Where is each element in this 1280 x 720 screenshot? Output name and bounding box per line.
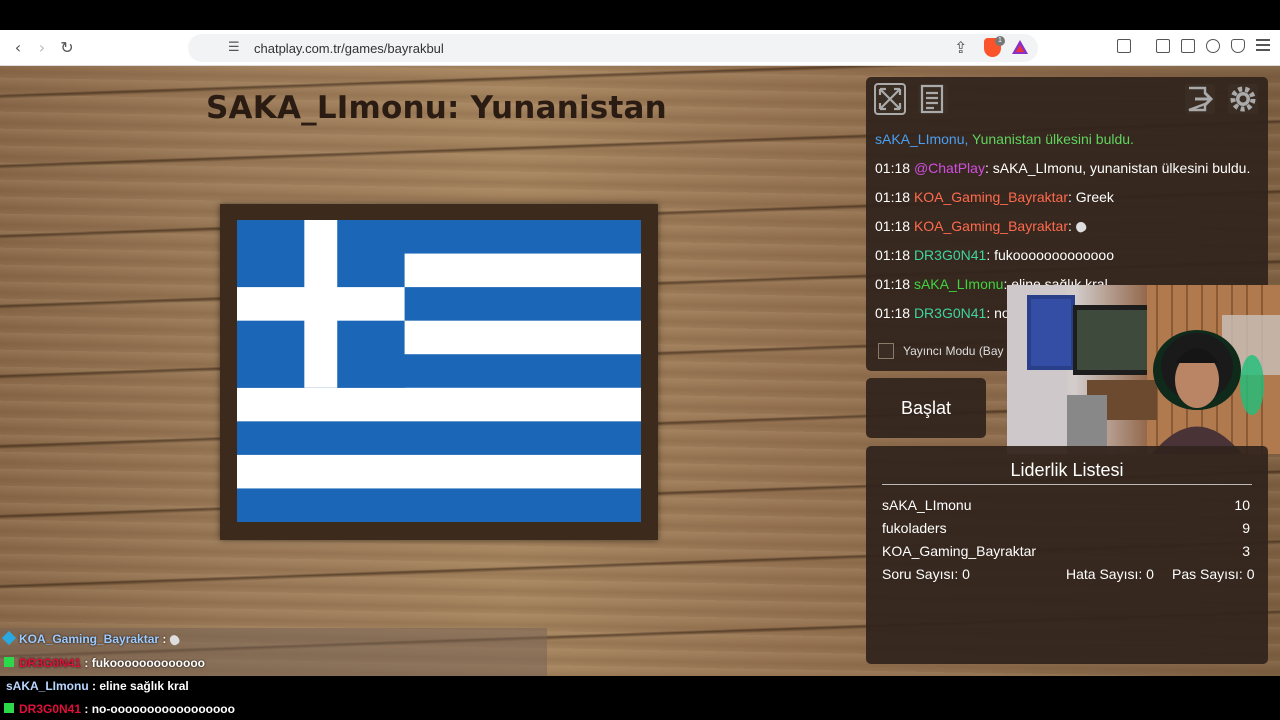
overlay-sep: : (159, 632, 170, 646)
overlay-user: DR3G0N41 (19, 656, 82, 670)
back-icon[interactable]: ‹ (8, 38, 28, 58)
fullscreen-icon[interactable] (873, 82, 907, 116)
overlay-user: sAKA_LImonu (6, 679, 89, 693)
overlay-sep: : (81, 702, 92, 716)
greece-flag (237, 220, 641, 522)
leaderboard-score: 9 (1242, 520, 1250, 536)
chat-text: : fukooooooooooooo (986, 247, 1114, 263)
leaderboard-score: 10 (1234, 497, 1250, 513)
exit-icon[interactable] (1183, 82, 1217, 116)
overlay-chat-line: DR3G0N41 : no-ooooooooooooooooo (19, 702, 235, 716)
notes-icon[interactable] (916, 82, 950, 116)
game-title: SAKA_LImonu: Yunanistan (206, 90, 667, 126)
reload-icon[interactable]: ↻ (57, 38, 77, 58)
chat-text: : Greek (1068, 189, 1114, 205)
webcam-scene (1007, 285, 1280, 454)
overlay-sep: : (81, 656, 92, 670)
chat-user[interactable]: sAKA_LImonu (914, 276, 1004, 292)
browser-toolbar: ‹ › ↻ ☰ chatplay.com.tr/games/bayrakbul … (0, 30, 1280, 66)
overlay-chat-line: DR3G0N41 : fukooooooooooooo (19, 656, 205, 670)
leaderboard-divider (882, 484, 1252, 485)
webcam-feed (1007, 285, 1280, 454)
overlay-text: eline sağlık kral (99, 679, 189, 693)
chat-message: 01:18 KOA_Gaming_Bayraktar: Greek (875, 189, 1114, 205)
leaderboard-name: sAKA_LImonu (882, 497, 972, 513)
chat-text: Yunanistan ülkesini buldu. (968, 131, 1134, 147)
chat-time: 01:18 (875, 160, 914, 176)
address-bar[interactable]: ☰ chatplay.com.tr/games/bayrakbul ⇪ 1 (188, 34, 1038, 62)
streamer-mode-label: Yayıncı Modu (Bay (903, 344, 1004, 358)
chat-time: 01:18 (875, 189, 914, 205)
overlay-user: KOA_Gaming_Bayraktar (19, 632, 160, 646)
sidebar-icon[interactable] (1156, 39, 1170, 53)
chat-user[interactable]: sAKA_LImonu, (875, 131, 968, 147)
chat-time: 01:18 (875, 305, 914, 321)
overlay-text: fukooooooooooooo (91, 656, 205, 670)
url-text[interactable]: chatplay.com.tr/games/bayrakbul (254, 41, 444, 56)
forward-icon[interactable]: › (32, 38, 52, 58)
chat-user[interactable]: KOA_Gaming_Bayraktar (914, 189, 1068, 205)
overlay-user: DR3G0N41 (19, 702, 82, 716)
overlay-sep: : (88, 679, 100, 693)
site-settings-icon[interactable]: ☰ (228, 40, 240, 55)
wallet-icon[interactable] (1181, 39, 1195, 53)
leaderboard-score: 3 (1242, 543, 1250, 559)
badge-plus-icon (4, 657, 14, 667)
chat-time: 01:18 (875, 218, 914, 234)
settings-gear-icon[interactable] (1226, 82, 1260, 116)
overlay-text: no-ooooooooooooooooo (91, 702, 235, 716)
leaderboard-name: fukoladers (882, 520, 947, 536)
chat-message: 01:18 DR3G0N41: no- (875, 305, 1014, 321)
chat-message: 01:18 KOA_Gaming_Bayraktar: (875, 218, 1088, 235)
menu-icon[interactable] (1256, 39, 1270, 41)
share-icon[interactable]: ⇪ (954, 38, 967, 57)
leaderboard-title: Liderlik Listesi (1010, 460, 1124, 480)
chat-user[interactable]: KOA_Gaming_Bayraktar (914, 218, 1068, 234)
start-button[interactable]: Başlat (866, 378, 986, 438)
badge-plus-icon (4, 703, 14, 713)
overlay-chat-line: KOA_Gaming_Bayraktar : (19, 632, 181, 647)
chat-user[interactable]: @ChatPlay (914, 160, 985, 176)
chat-time: 01:18 (875, 247, 914, 263)
shields-badge: 1 (995, 36, 1005, 46)
chat-user[interactable]: DR3G0N41 (914, 305, 986, 321)
chat-user[interactable]: DR3G0N41 (914, 247, 986, 263)
screen-top-bar (0, 0, 1280, 30)
streamer-mode-checkbox[interactable] (878, 343, 894, 359)
vpn-icon[interactable] (1231, 39, 1245, 53)
error-count: Hata Sayısı: 0 (1066, 566, 1154, 582)
chat-text: : sAKA_LImonu, yunanistan ülkesini buldu… (984, 160, 1251, 176)
leaderboard-name: KOA_Gaming_Bayraktar (882, 543, 1037, 559)
chat-message: 01:18 @ChatPlay: sAKA_LImonu, yunanistan… (875, 160, 1250, 176)
chat-message: 01:18 DR3G0N41: fukooooooooooooo (875, 247, 1114, 263)
reader-mode-icon[interactable] (1117, 39, 1131, 53)
hand-emote-icon (1073, 220, 1088, 235)
leo-ai-icon[interactable] (1206, 39, 1220, 53)
pass-count: Pas Sayısı: 0 (1172, 566, 1255, 582)
brave-rewards-inner (1016, 45, 1024, 52)
chat-time: 01:18 (875, 276, 914, 292)
question-count: Soru Sayısı: 0 (882, 566, 970, 582)
overlay-chat-line: sAKA_LImonu : eline sağlık kral (6, 679, 189, 693)
chat-message: sAKA_LImonu, Yunanistan ülkesini buldu. (875, 131, 1134, 147)
